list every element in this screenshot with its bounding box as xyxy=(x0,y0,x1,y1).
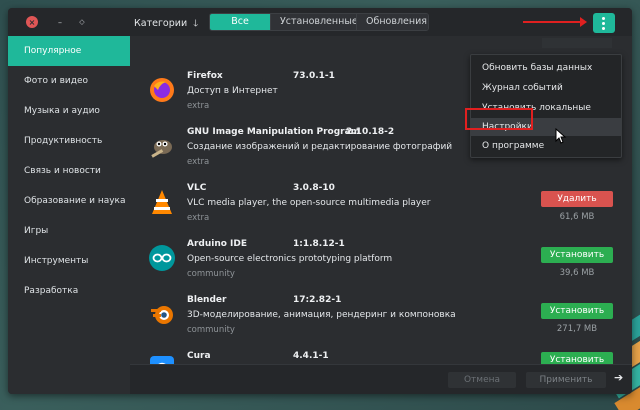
list-item[interactable]: Cura 4.4.1-1 Установить xyxy=(130,344,632,364)
app-size: 39,6 MB xyxy=(559,268,595,278)
list-item[interactable]: Blender 17:2.82-1 3D-моделирование, аним… xyxy=(130,288,632,344)
vlc-icon xyxy=(152,190,172,214)
remove-button[interactable]: Удалить xyxy=(541,191,613,207)
arrow-down-icon: 🡓 xyxy=(190,18,199,29)
app-name: Arduino IDE xyxy=(187,239,248,249)
tab-all[interactable]: Все xyxy=(210,14,270,30)
app-size: 61,6 MB xyxy=(559,212,595,222)
app-repo: extra xyxy=(187,101,210,111)
app-version: 1:1.8.12-1 xyxy=(293,239,345,249)
sidebar-item-productivity[interactable]: Продуктивность xyxy=(8,126,130,156)
menu-item-about[interactable]: О программе xyxy=(471,137,621,155)
apply-button[interactable]: Применить xyxy=(526,372,606,388)
kebab-menu-icon-dot xyxy=(602,27,605,30)
partial-button xyxy=(542,38,612,48)
bottom-bar: Отмена Применить ➔ xyxy=(130,364,632,394)
mouse-cursor-icon xyxy=(555,128,567,144)
sidebar-item-education[interactable]: Образование и наука xyxy=(8,186,130,216)
menu-item-event-log[interactable]: Журнал событий xyxy=(471,79,621,97)
app-name: Cura xyxy=(187,351,211,361)
blender-icon xyxy=(151,306,173,324)
app-version: 2.10.18-2 xyxy=(346,127,395,137)
minimize-window-button[interactable]: – xyxy=(54,16,66,28)
kebab-menu-icon-dot xyxy=(602,22,605,25)
sidebar-item-music-audio[interactable]: Музыка и аудио xyxy=(8,96,130,126)
app-repo: community xyxy=(187,269,235,279)
list-item[interactable]: VLC 3.0.8-10 VLC media player, the open-… xyxy=(130,176,632,232)
install-button[interactable]: Установить xyxy=(541,247,613,263)
app-repo: extra xyxy=(187,213,210,223)
arduino-icon xyxy=(149,245,175,271)
sidebar-item-tools[interactable]: Инструменты xyxy=(8,246,130,276)
app-description: Создание изображений и редактирование фо… xyxy=(187,142,453,152)
app-name: Firefox xyxy=(187,71,223,81)
tab-installed[interactable]: Установленные xyxy=(270,14,358,30)
categories-button[interactable]: Категории 🡓 xyxy=(134,16,198,32)
app-version: 17:2.82-1 xyxy=(293,295,342,305)
app-name: Blender xyxy=(187,295,227,305)
install-button[interactable]: Установить xyxy=(541,303,613,319)
sidebar-item-development[interactable]: Разработка xyxy=(8,276,130,306)
gimp-icon xyxy=(151,140,172,158)
app-description: VLC media player, the open-source multim… xyxy=(187,198,431,208)
menu-item-refresh-databases[interactable]: Обновить базы данных xyxy=(471,59,621,77)
app-size: 271,7 MB xyxy=(556,324,598,334)
sidebar-item-popular[interactable]: Популярное xyxy=(8,36,130,66)
app-name: GNU Image Manipulation Program xyxy=(187,127,361,137)
view-tabs: Все Установленные Обновления xyxy=(209,13,429,31)
list-item[interactable]: Arduino IDE 1:1.8.12-1 Open-source elect… xyxy=(130,232,632,288)
arrow-right-icon[interactable]: ➔ xyxy=(614,371,623,384)
annotation-arrow xyxy=(523,17,587,27)
app-description: Доступ в Интернет xyxy=(187,86,278,96)
cura-icon xyxy=(150,356,174,364)
app-repo: community xyxy=(187,325,235,335)
install-button[interactable]: Установить xyxy=(541,352,613,364)
app-version: 4.4.1-1 xyxy=(293,351,329,361)
maximize-window-button[interactable]: ◇ xyxy=(76,16,88,28)
app-version: 73.0.1-1 xyxy=(293,71,335,81)
app-name: VLC xyxy=(187,183,207,193)
kebab-menu-icon xyxy=(602,17,605,20)
main-menu-button[interactable] xyxy=(593,13,615,33)
annotation-highlight-box xyxy=(465,108,533,130)
cancel-button[interactable]: Отмена xyxy=(448,372,516,388)
app-description: 3D-моделирование, анимация, рендеринг и … xyxy=(187,310,456,320)
app-repo: extra xyxy=(187,157,210,167)
tab-updates[interactable]: Обновления xyxy=(356,14,428,30)
close-window-button[interactable]: × xyxy=(26,16,38,28)
firefox-icon xyxy=(150,78,174,102)
sidebar-item-games[interactable]: Игры xyxy=(8,216,130,246)
titlebar: × – ◇ Категории 🡓 Все Установленные Обно… xyxy=(8,8,632,36)
categories-label: Категории xyxy=(134,18,188,29)
categories-sidebar: Популярное Фото и видео Музыка и аудио П… xyxy=(8,36,130,394)
sidebar-item-communication[interactable]: Связь и новости xyxy=(8,156,130,186)
list-scrollbar[interactable] xyxy=(626,36,630,364)
app-description: Open-source electronics prototyping plat… xyxy=(187,254,393,264)
main-menu-dropdown: Обновить базы данных Журнал событий Уста… xyxy=(470,54,622,158)
sidebar-item-photo-video[interactable]: Фото и видео xyxy=(8,66,130,96)
app-window: × – ◇ Категории 🡓 Все Установленные Обно… xyxy=(8,8,632,394)
app-version: 3.0.8-10 xyxy=(293,183,335,193)
